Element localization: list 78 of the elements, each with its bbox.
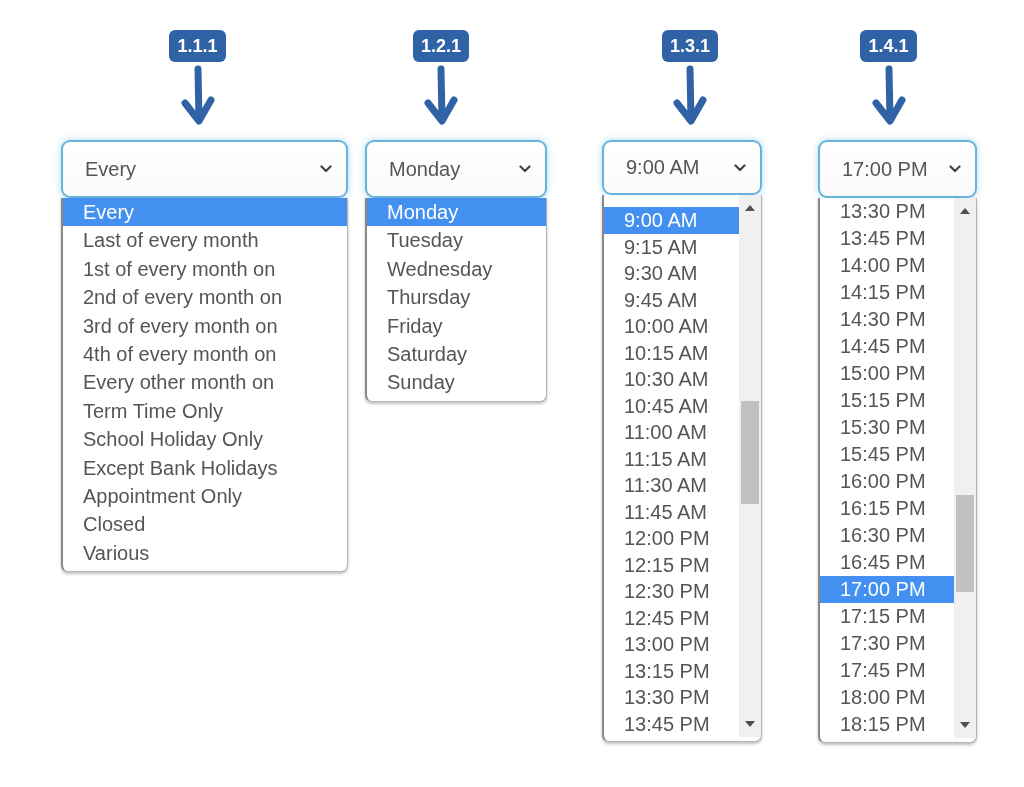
dropdown-option[interactable]: 2nd of every month on bbox=[63, 283, 347, 312]
chevron-down-icon bbox=[320, 165, 332, 173]
dropdown-option[interactable]: 16:00 PM bbox=[820, 468, 954, 495]
down-arrow-icon[interactable] bbox=[745, 721, 755, 727]
dropdown-option[interactable]: 9:30 AM bbox=[604, 260, 739, 287]
select-field[interactable]: 9:00 AM bbox=[602, 140, 762, 195]
chevron-down-icon bbox=[734, 163, 746, 172]
dropdown-option[interactable]: Term Time Only bbox=[63, 396, 347, 426]
dropdown-option[interactable]: 1st of every month on bbox=[63, 254, 347, 284]
dropdown-option[interactable]: School Holiday Only bbox=[63, 425, 347, 454]
down-arrow-icon bbox=[421, 65, 461, 125]
dropdown-option[interactable]: 14:00 PM bbox=[820, 252, 954, 279]
up-arrow-icon[interactable] bbox=[960, 208, 970, 214]
dropdown-option[interactable]: 3rd of every month on bbox=[63, 311, 347, 341]
chevron-down-icon bbox=[949, 165, 961, 173]
dropdown-option[interactable]: 14:15 PM bbox=[820, 279, 954, 306]
dropdown-option[interactable]: 13:45 PM bbox=[820, 225, 954, 252]
dropdown-option[interactable]: Closed bbox=[63, 510, 347, 539]
dropdown-option[interactable]: 15:30 PM bbox=[820, 414, 954, 441]
dropdown-option[interactable]: 11:00 AM bbox=[604, 419, 739, 446]
down-arrow-icon bbox=[670, 65, 710, 125]
scrollbar[interactable] bbox=[739, 195, 761, 737]
dropdown-option[interactable]: 4th of every month on bbox=[63, 340, 347, 369]
dropdown-option[interactable]: 11:15 AM bbox=[604, 445, 739, 472]
dropdown-option[interactable]: 13:30 PM bbox=[820, 198, 954, 225]
dropdown-option[interactable]: 17:30 PM bbox=[820, 630, 954, 657]
step-label: 1.4.1 bbox=[860, 30, 917, 62]
dropdown-option[interactable]: Wednesday bbox=[367, 254, 546, 284]
dropdown-option[interactable]: Friday bbox=[367, 311, 546, 341]
up-arrow-icon[interactable] bbox=[745, 205, 755, 211]
dropdown-option[interactable]: 18:15 PM bbox=[820, 711, 954, 738]
dropdown-option[interactable]: 10:30 AM bbox=[604, 366, 739, 393]
select-field[interactable]: 17:00 PM bbox=[818, 140, 977, 198]
dropdown-option[interactable]: 14:30 PM bbox=[820, 306, 954, 333]
select-field[interactable]: Monday bbox=[365, 140, 547, 198]
dropdown-option[interactable]: 16:45 PM bbox=[820, 549, 954, 576]
chevron-down-icon bbox=[519, 165, 531, 173]
select-field[interactable]: Every bbox=[61, 140, 348, 198]
step-label: 1.1.1 bbox=[169, 30, 226, 62]
dropdown-option[interactable]: 12:00 PM bbox=[604, 525, 739, 552]
dropdown-option[interactable]: Sunday bbox=[367, 368, 546, 397]
dropdown-option[interactable]: 13:30 PM bbox=[604, 684, 739, 711]
dropdown-option[interactable]: 13:45 PM bbox=[604, 710, 739, 737]
dropdown-option[interactable]: 9:15 AM bbox=[604, 233, 739, 260]
dropdown-option[interactable]: 17:45 PM bbox=[820, 657, 954, 684]
scrollbar-thumb[interactable] bbox=[956, 495, 974, 593]
dropdown-option[interactable]: Various bbox=[63, 538, 347, 568]
dropdown-option[interactable]: 12:45 PM bbox=[604, 604, 739, 631]
dropdown-option[interactable]: Appointment Only bbox=[63, 482, 347, 511]
dropdown-option[interactable]: 10:15 AM bbox=[604, 339, 739, 366]
dropdown-option[interactable]: Every other month on bbox=[63, 368, 347, 397]
dropdown-option[interactable]: 15:00 PM bbox=[820, 360, 954, 387]
dropdown-option[interactable]: 10:00 AM bbox=[604, 313, 739, 340]
scrollbar[interactable] bbox=[954, 198, 976, 738]
dropdown-option[interactable]: 12:15 PM bbox=[604, 551, 739, 578]
dropdown-option[interactable]: 13:00 PM bbox=[604, 631, 739, 658]
dropdown-option[interactable]: Tuesday bbox=[367, 226, 546, 255]
dropdown-option[interactable]: 9:45 AM bbox=[604, 286, 739, 313]
dropdown-option[interactable]: Last of every month bbox=[63, 226, 347, 255]
dropdown-option[interactable]: 17:15 PM bbox=[820, 603, 954, 630]
dropdown-option[interactable]: 11:45 AM bbox=[604, 498, 739, 525]
dropdown-option[interactable]: 16:30 PM bbox=[820, 522, 954, 549]
dropdown-option[interactable]: 10:45 AM bbox=[604, 392, 739, 419]
down-arrow-icon[interactable] bbox=[960, 722, 970, 728]
dropdown-option[interactable]: 16:15 PM bbox=[820, 495, 954, 522]
dropdown-option[interactable]: 14:45 PM bbox=[820, 333, 954, 360]
dropdown-option[interactable]: 11:30 AM bbox=[604, 472, 739, 499]
scrollbar-thumb[interactable] bbox=[741, 400, 759, 504]
dropdown-option[interactable]: 15:45 PM bbox=[820, 441, 954, 468]
dropdown-option[interactable]: Except Bank Holidays bbox=[63, 453, 347, 483]
dropdown-option[interactable]: 13:15 PM bbox=[604, 657, 739, 684]
dropdown-option[interactable]: 12:30 PM bbox=[604, 578, 739, 605]
step-label: 1.2.1 bbox=[412, 30, 469, 62]
dropdown-option[interactable]: Saturday bbox=[367, 340, 546, 369]
dropdown-option[interactable]: Thursday bbox=[367, 283, 546, 312]
dropdown-option[interactable]: 18:00 PM bbox=[820, 684, 954, 711]
dropdown-option[interactable]: 15:15 PM bbox=[820, 387, 954, 414]
step-label: 1.3.1 bbox=[661, 30, 718, 62]
